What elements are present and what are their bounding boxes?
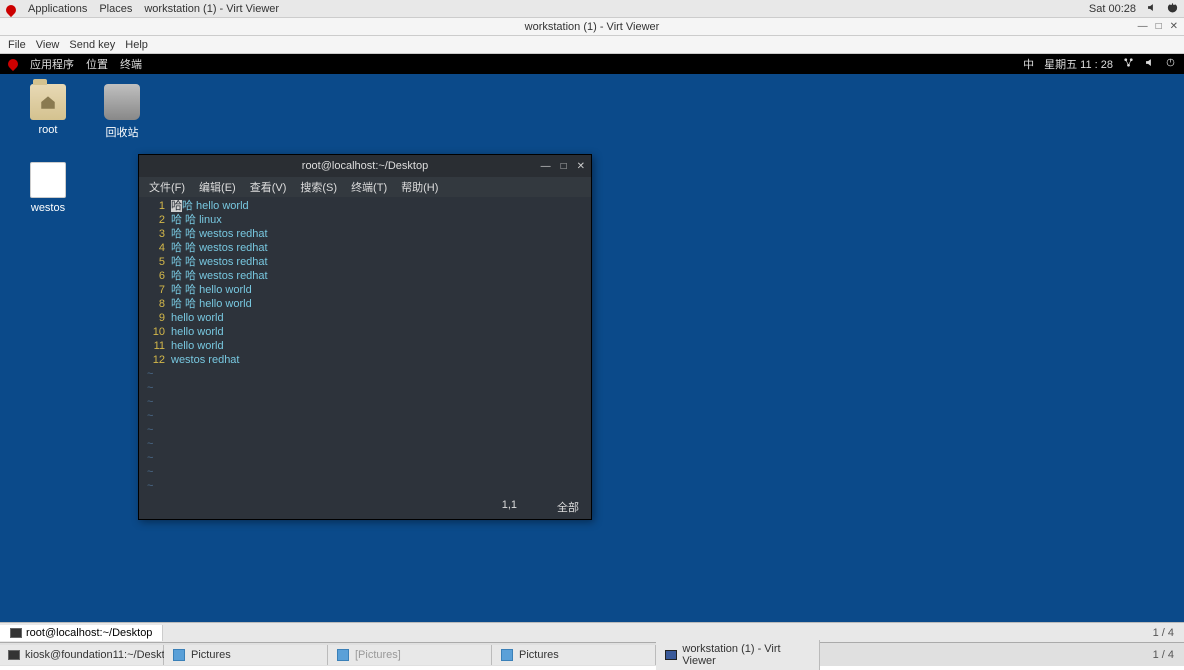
tab-label: Pictures (519, 649, 559, 661)
menu-applications[interactable]: Applications (28, 3, 87, 15)
virt-title-text: workstation (1) - Virt Viewer (525, 21, 660, 33)
network-icon[interactable] (1123, 57, 1134, 71)
trash-icon (104, 84, 140, 120)
desktop-icon-westos[interactable]: westos (18, 162, 78, 214)
image-icon (500, 648, 514, 662)
guest-menu-places[interactable]: 位置 (86, 56, 108, 72)
desktop-icon-root[interactable]: root (18, 84, 78, 136)
terminal-icon (8, 648, 20, 662)
menu-file[interactable]: File (8, 39, 26, 51)
terminal-menubar: 文件(F) 编辑(E) 查看(V) 搜索(S) 终端(T) 帮助(H) (139, 177, 591, 197)
taskbar-tab-terminal[interactable]: root@localhost:~/Desktop (0, 625, 163, 641)
tab-label: workstation (1) - Virt Viewer (682, 643, 811, 667)
icon-label: 回收站 (106, 127, 139, 139)
app-title: workstation (1) - Virt Viewer (144, 3, 279, 15)
taskbar-tab[interactable]: kiosk@foundation11:~/Desktop (0, 645, 164, 665)
image-icon (172, 648, 186, 662)
host-clock[interactable]: Sat 00:28 (1089, 3, 1136, 15)
close-button[interactable]: ✕ (1170, 21, 1178, 32)
taskbar-tab[interactable]: Pictures (164, 645, 328, 665)
power-icon[interactable] (1165, 57, 1176, 71)
terminal-titlebar[interactable]: root@localhost:~/Desktop — □ ✕ (139, 155, 591, 177)
icon-label: westos (31, 202, 65, 214)
term-menu-view[interactable]: 查看(V) (250, 179, 287, 195)
terminal-icon (10, 628, 22, 638)
taskbar-tab[interactable]: workstation (1) - Virt Viewer (656, 640, 820, 670)
menu-help[interactable]: Help (125, 39, 148, 51)
file-icon (30, 162, 66, 198)
redhat-icon (6, 57, 20, 71)
menu-sendkey[interactable]: Send key (69, 39, 115, 51)
desktop-icon-trash[interactable]: 回收站 (92, 84, 152, 140)
virt-icon (664, 648, 677, 662)
guest-taskbar: root@localhost:~/Desktop 1 / 4 (0, 622, 1184, 642)
icon-label: root (39, 124, 58, 136)
virt-viewer-titlebar[interactable]: workstation (1) - Virt Viewer — □ ✕ (0, 18, 1184, 36)
guest-menu-apps[interactable]: 应用程序 (30, 56, 74, 72)
term-menu-file[interactable]: 文件(F) (149, 179, 185, 195)
tab-label: [Pictures] (355, 649, 401, 661)
vim-cursor-pos: 1,1 (502, 499, 517, 515)
term-menu-edit[interactable]: 编辑(E) (199, 179, 236, 195)
terminal-title-text: root@localhost:~/Desktop (302, 160, 428, 172)
ime-indicator[interactable]: 中 (1023, 56, 1034, 72)
workspace-indicator[interactable]: 1 / 4 (1153, 649, 1184, 661)
host-taskbar: kiosk@foundation11:~/Desktop Pictures [Pic… (0, 642, 1184, 666)
terminal-body[interactable]: 1哈哈 hello world2哈 哈 linux3哈 哈 westos red… (139, 197, 591, 497)
volume-icon[interactable] (1144, 57, 1155, 71)
guest-desktop[interactable]: root 回收站 westos root@localhost:~/Desktop… (0, 74, 1184, 622)
guest-top-bar: 应用程序 位置 终端 中 星期五 11 : 28 (0, 54, 1184, 74)
volume-icon[interactable] (1146, 2, 1157, 16)
maximize-button[interactable]: □ (1156, 21, 1162, 32)
tab-label: root@localhost:~/Desktop (26, 627, 152, 639)
menu-places[interactable]: Places (99, 3, 132, 15)
close-button[interactable]: ✕ (577, 161, 585, 172)
guest-clock[interactable]: 星期五 11 : 28 (1044, 56, 1113, 72)
power-icon[interactable] (1167, 2, 1178, 16)
guest-menu-terminal[interactable]: 终端 (120, 56, 142, 72)
taskbar-tab[interactable]: Pictures (492, 645, 656, 665)
virt-viewer-menu: File View Send key Help (0, 36, 1184, 54)
maximize-button[interactable]: □ (561, 161, 567, 172)
menu-view[interactable]: View (36, 39, 60, 51)
vim-mode: 全部 (557, 499, 579, 515)
minimize-button[interactable]: — (1138, 21, 1148, 32)
taskbar-tab[interactable]: [Pictures] (328, 645, 492, 665)
host-top-bar: Applications Places workstation (1) - Vi… (0, 0, 1184, 18)
terminal-window[interactable]: root@localhost:~/Desktop — □ ✕ 文件(F) 编辑(… (138, 154, 592, 520)
tab-label: kiosk@foundation11:~/Desktop (25, 649, 177, 661)
vim-status-line: 1,1 全部 (139, 497, 591, 519)
redhat-icon (4, 2, 18, 16)
workspace-indicator[interactable]: 1 / 4 (1153, 627, 1184, 639)
tab-label: Pictures (191, 649, 231, 661)
term-menu-search[interactable]: 搜索(S) (300, 179, 337, 195)
home-folder-icon (30, 84, 66, 120)
image-icon (336, 648, 350, 662)
term-menu-help[interactable]: 帮助(H) (401, 179, 438, 195)
minimize-button[interactable]: — (541, 161, 551, 172)
term-menu-terminal[interactable]: 终端(T) (351, 179, 387, 195)
